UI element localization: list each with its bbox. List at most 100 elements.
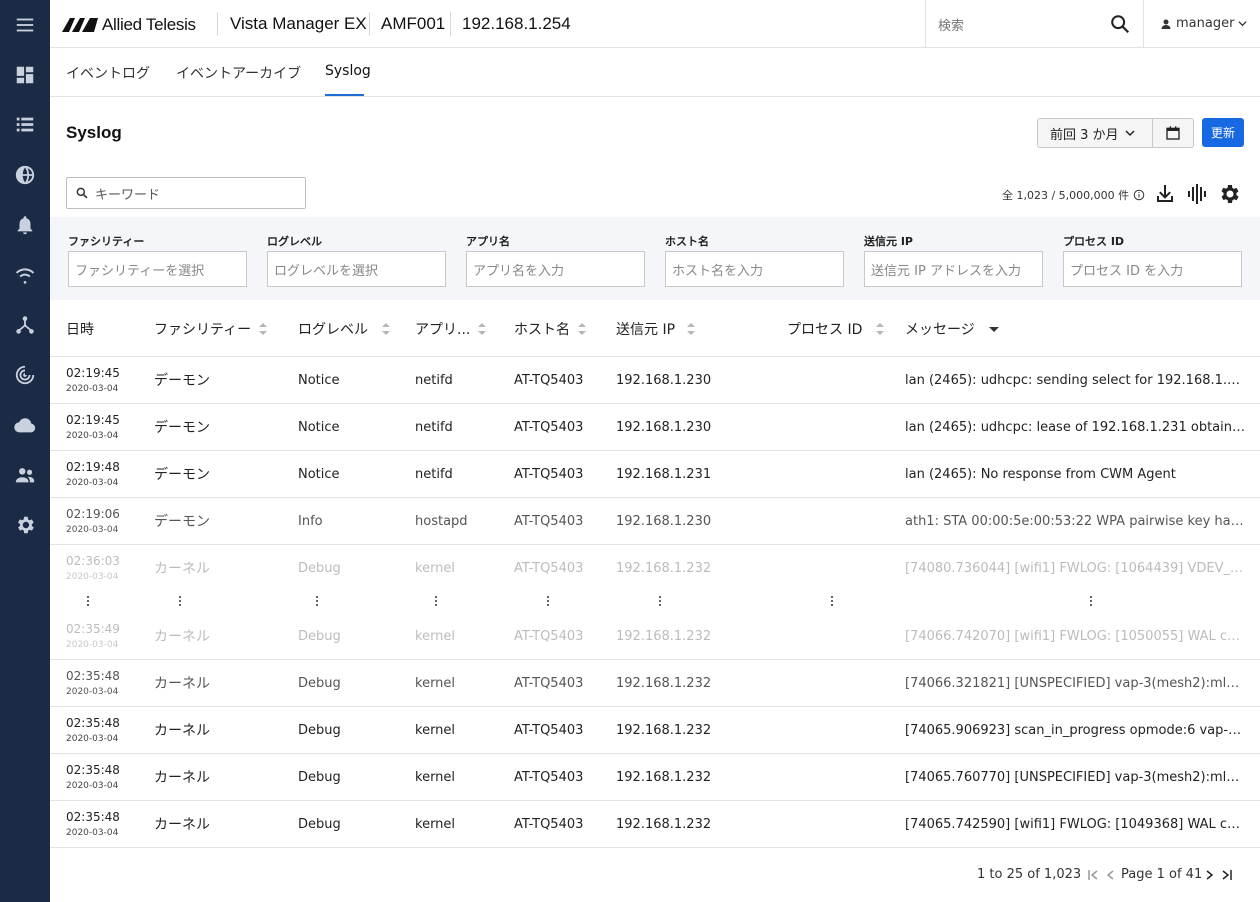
dashboard-icon[interactable] xyxy=(0,52,50,98)
list-icon[interactable] xyxy=(0,102,50,148)
source-ip-input[interactable]: 送信元 IP アドレスを入力 xyxy=(864,251,1043,287)
vertical-ellipsis-icon xyxy=(315,596,319,608)
log-level-select[interactable]: ログレベルを選択 xyxy=(267,251,446,287)
cell-host-name: AT-TQ5403 xyxy=(514,561,584,576)
table-row[interactable]: 02:19:45 2020-03-04 デーモン Notice netifd A… xyxy=(50,357,1260,404)
cell-app-name: kernel xyxy=(415,817,456,832)
date-range-label: 前回 3 か月 xyxy=(1050,127,1119,143)
tab-bar: イベントログ イベントアーカイブ Syslog xyxy=(50,48,1260,97)
cell-message: [74066.321821] [UNSPECIFIED] vap-3(mesh2… xyxy=(905,676,1247,691)
process-id-input[interactable]: プロセス ID を入力 xyxy=(1063,251,1242,287)
cell-date: 2020-03-04 xyxy=(66,687,119,697)
download-icon[interactable] xyxy=(1153,182,1177,206)
sort-icon xyxy=(478,323,487,335)
user-menu[interactable]: manager xyxy=(1160,16,1248,31)
column-header-datetime[interactable]: 日時 xyxy=(66,319,94,339)
column-header-app-name[interactable]: アプリ... xyxy=(415,319,487,339)
refresh-button[interactable]: 更新 xyxy=(1202,118,1244,147)
table-row[interactable]: 02:35:48 2020-03-04 カーネル Debug kernel AT… xyxy=(50,801,1260,848)
settings-gear-icon[interactable] xyxy=(0,502,50,548)
tab-event-archive[interactable]: イベントアーカイブ xyxy=(176,63,301,83)
first-page-icon[interactable] xyxy=(1087,869,1099,881)
cell-host-name: AT-TQ5403 xyxy=(514,467,584,482)
facility-select[interactable]: ファシリティーを選択 xyxy=(68,251,247,287)
cell-time: 02:35:48 xyxy=(66,763,120,777)
cell-log-level: Notice xyxy=(298,467,340,482)
cell-source-ip: 192.168.1.230 xyxy=(616,373,712,388)
chevron-down-icon xyxy=(1125,130,1135,137)
filter-label-facility: ファシリティー xyxy=(68,235,145,248)
previous-page-icon[interactable] xyxy=(1105,869,1117,881)
allied-telesis-logo[interactable]: Allied Telesis xyxy=(62,14,196,36)
cell-log-level: Debug xyxy=(298,561,341,576)
user-icon xyxy=(1161,19,1171,29)
cell-date: 2020-03-04 xyxy=(66,431,119,441)
cell-message: [74066.742070] [wifi1] FWLOG: [1050055] … xyxy=(905,629,1247,644)
global-search-input[interactable]: 検索 xyxy=(925,0,1144,47)
cloud-icon[interactable] xyxy=(0,402,50,448)
cell-log-level: Debug xyxy=(298,676,341,691)
table-row[interactable]: 02:19:45 2020-03-04 デーモン Notice netifd A… xyxy=(50,404,1260,451)
cell-message: lan (2465): udhcpc: lease of 192.168.1.2… xyxy=(905,420,1247,435)
filter-label-log-level: ログレベル xyxy=(267,235,322,248)
column-header-process-id[interactable]: プロセス ID xyxy=(787,319,885,339)
settings-gear-icon[interactable] xyxy=(1217,182,1241,206)
table-row[interactable]: 02:35:48 2020-03-04 カーネル Debug kernel AT… xyxy=(50,707,1260,754)
cell-source-ip: 192.168.1.232 xyxy=(616,770,712,785)
device-name: AMF001 xyxy=(381,14,446,33)
globe-icon[interactable] xyxy=(0,152,50,198)
cell-facility: カーネル xyxy=(154,676,210,692)
keyword-search-input[interactable]: キーワード xyxy=(66,177,306,209)
last-page-icon[interactable] xyxy=(1221,869,1233,881)
search-icon[interactable] xyxy=(1109,13,1131,35)
cell-facility: カーネル xyxy=(154,561,210,577)
column-header-message[interactable]: メッセージ xyxy=(905,319,999,339)
topology-icon[interactable] xyxy=(0,302,50,348)
cell-time: 02:35:48 xyxy=(66,716,120,730)
host-name-input[interactable]: ホスト名を入力 xyxy=(665,251,844,287)
table-row[interactable]: 02:19:06 2020-03-04 デーモン Info hostapd AT… xyxy=(50,498,1260,545)
nav-rail xyxy=(0,0,50,902)
cell-date: 2020-03-04 xyxy=(66,640,119,650)
table-row[interactable]: 02:36:03 2020-03-04 カーネル Debug kernel AT… xyxy=(50,545,1260,592)
cell-message: [74080.736044] [wifi1] FWLOG: [1064439] … xyxy=(905,561,1247,576)
users-icon[interactable] xyxy=(0,452,50,498)
cell-app-name: kernel xyxy=(415,629,456,644)
column-header-source-ip[interactable]: 送信元 IP xyxy=(616,319,696,339)
hamburger-menu-icon[interactable] xyxy=(0,2,50,48)
tab-event-log[interactable]: イベントログ xyxy=(66,63,150,83)
date-range-dropdown[interactable]: 前回 3 か月 xyxy=(1037,118,1153,148)
next-page-icon[interactable] xyxy=(1203,869,1215,881)
cell-source-ip: 192.168.1.230 xyxy=(616,420,712,435)
cell-source-ip: 192.168.1.232 xyxy=(616,561,712,576)
page-title: Syslog xyxy=(66,123,122,142)
cell-log-level: Debug xyxy=(298,723,341,738)
cell-host-name: AT-TQ5403 xyxy=(514,676,584,691)
cell-log-level: Debug xyxy=(298,629,341,644)
radar-icon[interactable] xyxy=(0,352,50,398)
calendar-button[interactable] xyxy=(1152,118,1194,148)
cell-date: 2020-03-04 xyxy=(66,781,119,791)
info-icon[interactable] xyxy=(1133,189,1145,201)
wifi-icon[interactable] xyxy=(0,252,50,298)
table-row[interactable]: 02:35:48 2020-03-04 カーネル Debug kernel AT… xyxy=(50,660,1260,707)
tab-syslog[interactable]: Syslog xyxy=(325,63,371,79)
table-row[interactable]: 02:35:49 2020-03-04 カーネル Debug kernel AT… xyxy=(50,613,1260,660)
active-tab-indicator xyxy=(325,94,364,96)
omitted-rows-indicator xyxy=(50,592,1260,614)
app-name-input[interactable]: アプリ名を入力 xyxy=(466,251,645,287)
table-row[interactable]: 02:35:48 2020-03-04 カーネル Debug kernel AT… xyxy=(50,754,1260,801)
cell-host-name: AT-TQ5403 xyxy=(514,514,584,529)
cell-time: 02:35:48 xyxy=(66,810,120,824)
cell-time: 02:19:06 xyxy=(66,507,120,521)
alarm-bell-icon[interactable] xyxy=(0,202,50,248)
sort-icon xyxy=(259,323,268,335)
column-header-log-level[interactable]: ログレベル xyxy=(298,319,390,339)
cell-message: [74065.760770] [UNSPECIFIED] vap-3(mesh2… xyxy=(905,770,1247,785)
vertical-ellipsis-icon xyxy=(830,596,834,608)
column-header-host-name[interactable]: ホスト名 xyxy=(514,319,586,339)
table-row[interactable]: 02:19:48 2020-03-04 デーモン Notice netifd A… xyxy=(50,451,1260,498)
waveform-icon[interactable] xyxy=(1185,182,1209,206)
column-header-facility[interactable]: ファシリティー xyxy=(154,319,268,339)
cell-time: 02:19:45 xyxy=(66,413,120,427)
